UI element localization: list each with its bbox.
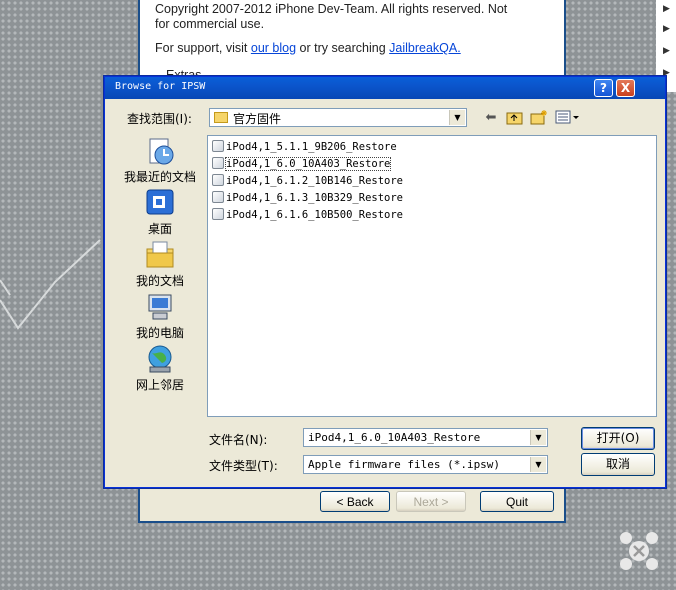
copyright-text: Copyright 2007-2012 iPhone Dev-Team. All… [155,2,507,32]
place-network[interactable]: 网上邻居 [115,343,205,393]
look-in-value: 官方固件 [233,112,282,126]
chevron-right-icon: ▶ [663,46,670,56]
open-button[interactable]: 打开(O) [581,427,655,450]
quit-button[interactable]: Quit [480,491,554,512]
filename-label: 文件名(N): [209,433,268,447]
dialog-title: Browse for IPSW [115,81,206,92]
filename-value[interactable]: iPod4,1_6.0_10A403_Restore [308,431,480,444]
jailbreakqa-link[interactable]: JailbreakQA. [389,41,461,55]
look-in-combo[interactable]: 官方固件 ▼ [209,108,467,127]
file-name: iPod4,1_6.0_10A403_Restore [224,157,392,171]
place-label: 我的电脑 [135,326,184,340]
folder-icon [214,112,228,123]
file-item[interactable]: iPod4,1_6.1.3_10B329_Restore [212,190,403,206]
view-menu-icon[interactable] [555,109,581,127]
place-my-computer[interactable]: 我的电脑 [115,291,205,341]
back-arrow-icon[interactable]: ⬅ [481,109,501,127]
chevron-right-icon: ▶ [663,4,670,14]
close-button[interactable]: X [616,79,635,97]
file-item[interactable]: iPod4,1_6.1.6_10B500_Restore [212,207,403,223]
file-name: iPod4,1_5.1.1_9B206_Restore [226,141,397,153]
filetype-label: 文件类型(T): [209,459,278,473]
ipsw-file-icon [212,157,224,169]
back-button[interactable]: < Back [320,491,390,512]
filename-combo[interactable]: iPod4,1_6.0_10A403_Restore ▼ [303,428,548,447]
my-documents-icon [146,241,174,268]
place-my-documents[interactable]: 我的文档 [115,239,205,289]
chevron-right-icon: ▶ [663,24,670,34]
place-label: 桌面 [147,222,172,236]
browse-ipsw-dialog: Browse for IPSW ? X 查找范围(I): 官方固件 ▼ ⬅ 我最… [104,76,666,488]
file-name: iPod4,1_6.1.6_10B500_Restore [226,209,404,221]
place-recent-documents[interactable]: 我最近的文档 [115,135,205,185]
support-text: For support, visit our blog or try searc… [155,41,461,56]
cancel-button[interactable]: 取消 [581,453,655,476]
chevron-down-icon[interactable]: ▼ [449,110,465,125]
support-prefix: For support, visit [155,41,251,55]
help-button[interactable]: ? [594,79,613,97]
file-item[interactable]: iPod4,1_6.1.2_10B146_Restore [212,173,403,189]
place-label: 我最近的文档 [123,170,196,184]
next-button[interactable]: Next > [396,491,466,512]
desktop-icon [146,189,174,215]
watermark-logo-icon [620,532,658,570]
our-blog-link[interactable]: our blog [251,41,296,55]
ipsw-file-icon [212,208,224,220]
place-desktop[interactable]: 桌面 [115,187,205,237]
new-folder-icon[interactable] [529,109,549,127]
file-name: iPod4,1_6.1.3_10B329_Restore [226,192,404,204]
file-name: iPod4,1_6.1.2_10B146_Restore [226,175,404,187]
network-places-icon [148,345,172,373]
support-mid: or try searching [296,41,390,55]
chevron-down-icon[interactable]: ▼ [530,430,546,445]
copyright-line-2: for commercial use. [155,17,265,31]
look-in-label: 查找范围(I): [127,112,192,126]
filetype-combo[interactable]: Apple firmware files (*.ipsw) ▼ [303,455,548,474]
place-label: 网上邻居 [135,378,184,392]
my-computer-icon [148,294,172,320]
filetype-value: Apple firmware files (*.ipsw) [308,458,501,471]
ipsw-file-icon [212,140,224,152]
file-item[interactable]: iPod4,1_5.1.1_9B206_Restore [212,139,397,155]
recent-documents-icon [149,138,174,165]
place-label: 我的文档 [135,274,184,288]
dialog-title-bar[interactable]: Browse for IPSW ? X [105,77,665,99]
chevron-down-icon[interactable]: ▼ [530,457,546,472]
ipsw-file-icon [212,174,224,186]
file-item-selected[interactable]: iPod4,1_6.0_10A403_Restore [212,156,392,172]
copyright-line-1: Copyright 2007-2012 iPhone Dev-Team. All… [155,2,508,16]
file-list[interactable]: iPod4,1_5.1.1_9B206_Restore iPod4,1_6.0_… [207,135,657,417]
up-folder-icon[interactable] [505,109,525,127]
ipsw-file-icon [212,191,224,203]
